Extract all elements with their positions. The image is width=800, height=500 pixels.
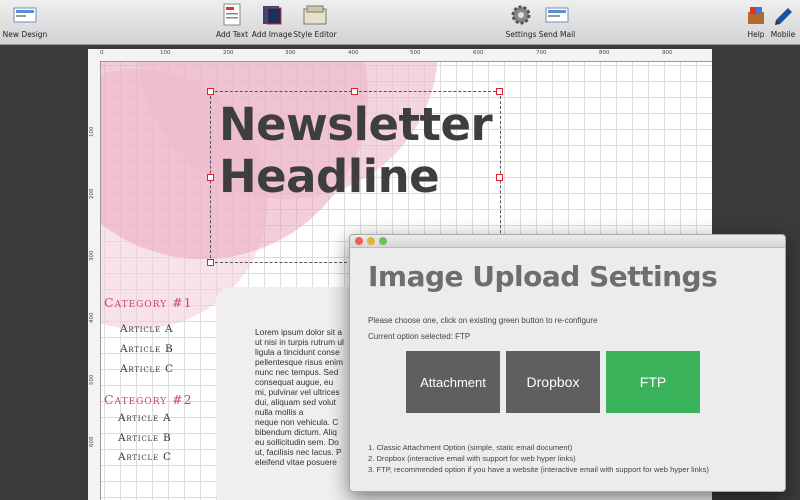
new-design-button[interactable]: New Design bbox=[0, 2, 53, 39]
dialog-titlebar[interactable] bbox=[350, 235, 785, 248]
main-toolbar: New Design Add Text Add Image Style Edit… bbox=[0, 0, 800, 45]
current-option-text: Current option selected: FTP bbox=[368, 332, 471, 341]
body-text[interactable]: Lorem ipsum dolor sit a ut nisi in turpi… bbox=[255, 327, 355, 467]
new-design-label: New Design bbox=[2, 30, 48, 39]
add-text-icon bbox=[219, 2, 245, 28]
option-notes: 1. Classic Attachment Option (simple, st… bbox=[368, 442, 709, 475]
send-mail-icon bbox=[544, 2, 570, 28]
resize-handle[interactable] bbox=[351, 88, 358, 95]
body-line: dui, aliquam sed volut bbox=[255, 397, 337, 407]
style-editor-button[interactable]: Style Editor bbox=[287, 2, 343, 39]
article-link[interactable]: Article B bbox=[118, 432, 172, 444]
ruler-tick: 900 bbox=[662, 50, 673, 56]
ruler-tick: 500 bbox=[410, 50, 421, 56]
body-line: neque non vehicula. C bbox=[255, 417, 339, 427]
resize-handle[interactable] bbox=[207, 259, 214, 266]
mobile-button[interactable]: Mobile bbox=[755, 2, 800, 39]
article-link[interactable]: Article C bbox=[120, 363, 174, 375]
body-line: nulla mollis a bbox=[255, 407, 304, 417]
send-mail-button[interactable]: Send Mail bbox=[529, 2, 585, 39]
add-image-icon bbox=[259, 2, 285, 28]
category-heading[interactable]: Category #2 bbox=[104, 392, 193, 407]
image-upload-settings-dialog: Image Upload Settings Please choose one,… bbox=[349, 234, 786, 492]
body-line: Lorem ipsum dolor sit a bbox=[255, 327, 343, 337]
ruler-tick: 400 bbox=[348, 50, 359, 56]
mobile-icon bbox=[770, 2, 796, 28]
note-line: 2. Dropbox (interactive email with suppo… bbox=[368, 454, 576, 463]
ruler-tick: 600 bbox=[89, 436, 95, 448]
horizontal-ruler: 0 100 200 300 400 500 600 700 800 900 bbox=[88, 49, 712, 62]
ruler-tick: 500 bbox=[89, 374, 95, 386]
ftp-button[interactable]: FTP bbox=[606, 351, 700, 413]
body-line: ut nisi in turpis rutrum ul bbox=[255, 337, 344, 347]
ruler-tick: 600 bbox=[473, 50, 484, 56]
note-line: 3. FTP, recommended option if you have a… bbox=[368, 465, 709, 474]
body-line: ligula a tincidunt conse bbox=[255, 347, 340, 357]
dropbox-button[interactable]: Dropbox bbox=[506, 351, 600, 413]
article-link[interactable]: Article C bbox=[118, 451, 172, 463]
body-line: eleifend vitae posuere bbox=[255, 457, 337, 467]
ruler-tick: 300 bbox=[285, 50, 296, 56]
article-link[interactable]: Article A bbox=[118, 412, 171, 424]
new-design-icon bbox=[12, 2, 38, 28]
note-line: 1. Classic Attachment Option (simple, st… bbox=[368, 443, 573, 452]
category-heading[interactable]: Category #1 bbox=[104, 295, 193, 310]
body-line: nunc nec tempus. Sed bbox=[255, 367, 339, 377]
ruler-tick: 100 bbox=[89, 126, 95, 138]
resize-handle[interactable] bbox=[496, 88, 503, 95]
attachment-button[interactable]: Attachment bbox=[406, 351, 500, 413]
resize-handle[interactable] bbox=[496, 174, 503, 181]
body-line: mi, pulvinar vel ultrices bbox=[255, 387, 340, 397]
body-line: eu sollicitudin sem. Do bbox=[255, 437, 339, 447]
send-mail-label: Send Mail bbox=[538, 30, 576, 39]
ruler-tick: 200 bbox=[89, 188, 95, 200]
resize-handle[interactable] bbox=[207, 174, 214, 181]
ruler-tick: 100 bbox=[160, 50, 171, 56]
ruler-tick: 700 bbox=[536, 50, 547, 56]
dialog-title: Image Upload Settings bbox=[368, 260, 718, 293]
body-line: consequat augue, eu bbox=[255, 377, 334, 387]
vertical-ruler: 100 200 300 400 500 600 bbox=[88, 61, 101, 500]
ruler-tick: 0 bbox=[100, 50, 104, 56]
ruler-tick: 400 bbox=[89, 312, 95, 324]
body-line: pellentesque risus enim bbox=[255, 357, 343, 367]
resize-handle[interactable] bbox=[207, 88, 214, 95]
body-line: bibendum dictum. Aliq bbox=[255, 427, 337, 437]
ruler-tick: 800 bbox=[599, 50, 610, 56]
ruler-tick: 200 bbox=[223, 50, 234, 56]
close-icon[interactable] bbox=[355, 237, 363, 245]
dialog-instruction: Please choose one, click on existing gre… bbox=[368, 316, 598, 325]
body-line: ut, facilisis nec lacus. P bbox=[255, 447, 342, 457]
article-link[interactable]: Article B bbox=[120, 343, 174, 355]
article-link[interactable]: Article A bbox=[120, 323, 173, 335]
ruler-tick: 300 bbox=[89, 250, 95, 262]
style-editor-label: Style Editor bbox=[293, 30, 337, 39]
minimize-icon[interactable] bbox=[367, 237, 375, 245]
zoom-icon[interactable] bbox=[379, 237, 387, 245]
style-editor-icon bbox=[302, 2, 328, 28]
mobile-label: Mobile bbox=[770, 30, 796, 39]
